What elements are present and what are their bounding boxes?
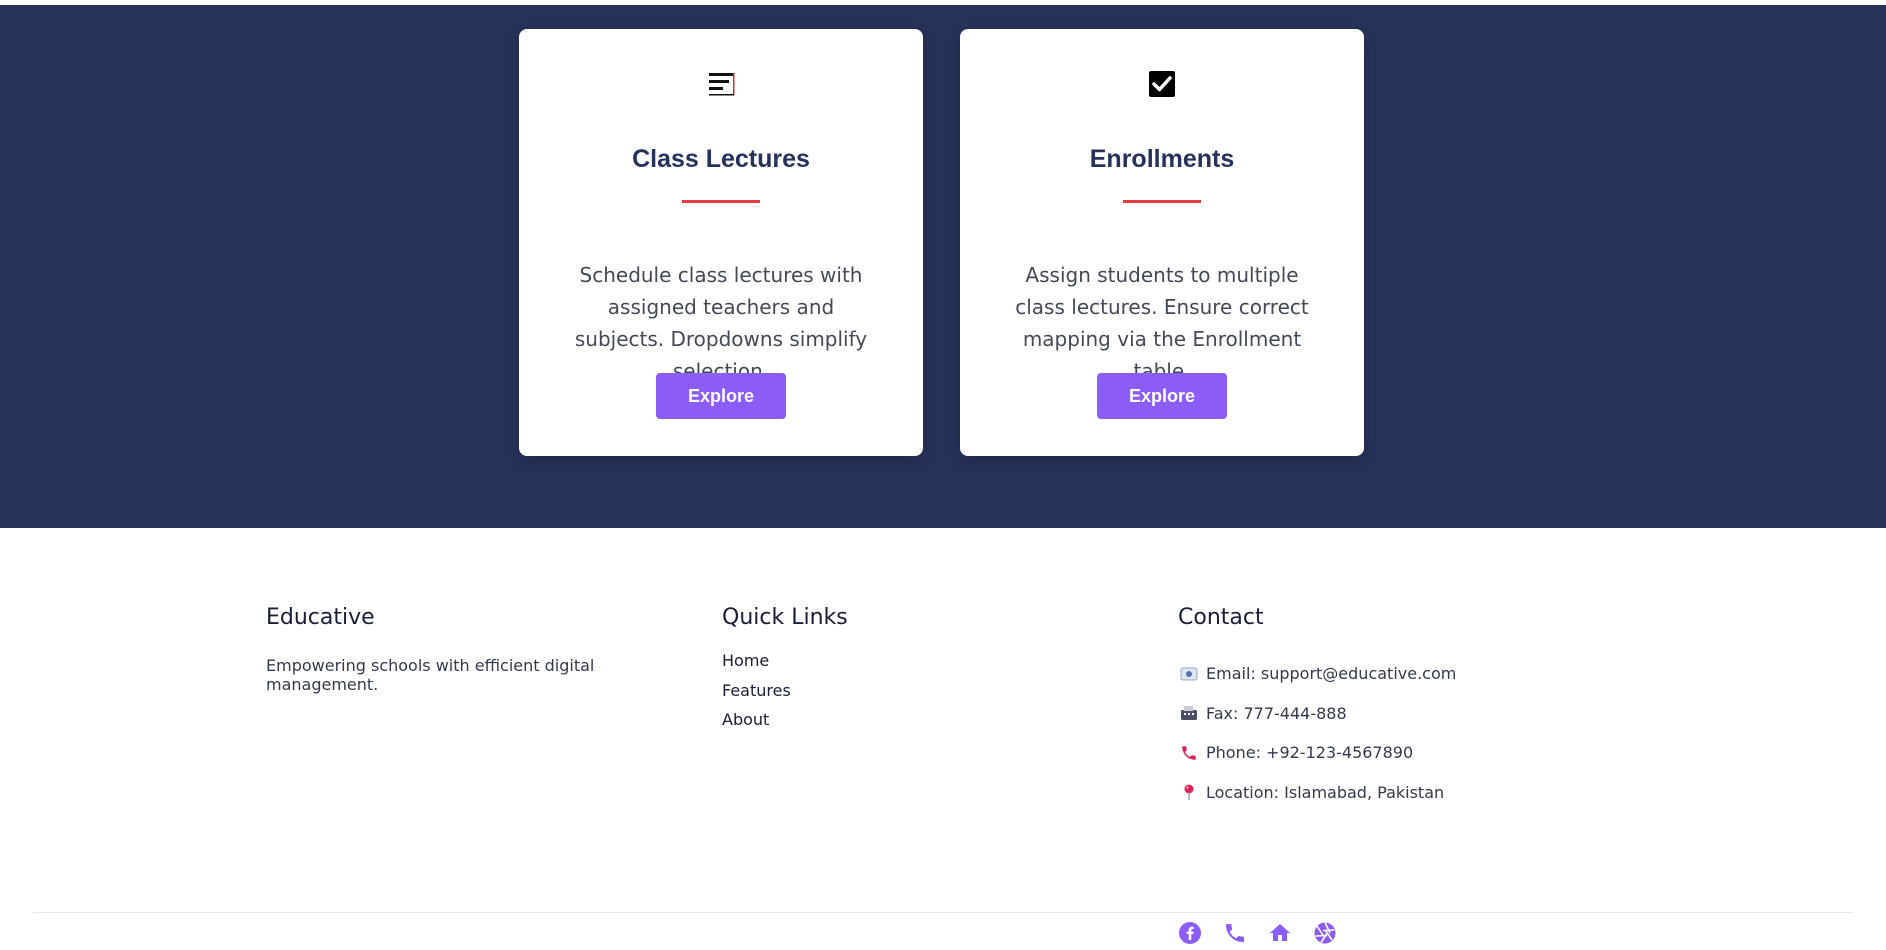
feature-card-class-lectures: Class Lectures Schedule class lectures w… xyxy=(519,29,923,456)
contact-email: Email: support@educative.com xyxy=(1178,654,1598,694)
quick-links-list: Home Features About xyxy=(722,646,1022,735)
footer-brand-column: Educative Empowering schools with effici… xyxy=(266,605,706,694)
quick-link-home[interactable]: Home xyxy=(722,646,1022,676)
contact-phone-text: Phone: +92-123-4567890 xyxy=(1206,743,1414,763)
feature-card-enrollments: Enrollments Assign students to multiple … xyxy=(960,29,1364,456)
quick-links-title: Quick Links xyxy=(722,605,848,630)
footer-quick-links-column: Quick Links Home Features About xyxy=(722,605,1022,735)
contact-phone: Phone: +92-123-4567890 xyxy=(1178,733,1598,773)
phone-icon xyxy=(1180,744,1198,762)
explore-button[interactable]: Explore xyxy=(656,373,786,419)
checkbox-checked-icon xyxy=(1147,69,1177,99)
contact-list: Email: support@educative.com Fax: 777-44… xyxy=(1178,654,1598,812)
card-title: Enrollments xyxy=(1089,145,1235,173)
location-pin-icon xyxy=(1180,783,1198,801)
aperture-icon[interactable] xyxy=(1313,921,1337,945)
explore-button[interactable]: Explore xyxy=(1097,373,1227,419)
contact-location: Location: Islamabad, Pakistan xyxy=(1178,773,1598,813)
contact-title: Contact xyxy=(1178,605,1264,630)
contact-fax-text: Fax: 777-444-888 xyxy=(1206,703,1347,723)
card-title: Class Lectures xyxy=(632,145,810,173)
facebook-icon[interactable] xyxy=(1178,921,1202,945)
footer-brand-title: Educative xyxy=(266,605,375,630)
email-icon xyxy=(1180,665,1198,683)
card-description: Assign students to multiple class lectur… xyxy=(1015,263,1309,383)
contact-location-text: Location: Islamabad, Pakistan xyxy=(1206,782,1445,802)
fax-icon xyxy=(1180,704,1198,722)
home-icon[interactable] xyxy=(1268,921,1292,945)
quick-link-features[interactable]: Features xyxy=(722,676,1022,706)
quick-link-about[interactable]: About xyxy=(722,705,1022,735)
social-links xyxy=(1178,921,1337,945)
contact-email-text: Email: support@educative.com xyxy=(1206,664,1457,684)
footer-divider xyxy=(33,912,1853,913)
site-footer: Educative Empowering schools with effici… xyxy=(0,528,1886,944)
features-section: Class Lectures Schedule class lectures w… xyxy=(0,5,1886,528)
title-underline xyxy=(1123,200,1201,203)
footer-contact-column: Contact Email: support@educative.com Fax… xyxy=(1178,605,1598,944)
phone-icon[interactable] xyxy=(1223,921,1247,945)
list-lines-icon xyxy=(706,69,736,99)
card-description: Schedule class lectures with assigned te… xyxy=(574,263,868,383)
contact-fax: Fax: 777-444-888 xyxy=(1178,694,1598,734)
footer-brand-description: Empowering schools with efficient digita… xyxy=(266,656,595,694)
title-underline xyxy=(682,200,760,203)
